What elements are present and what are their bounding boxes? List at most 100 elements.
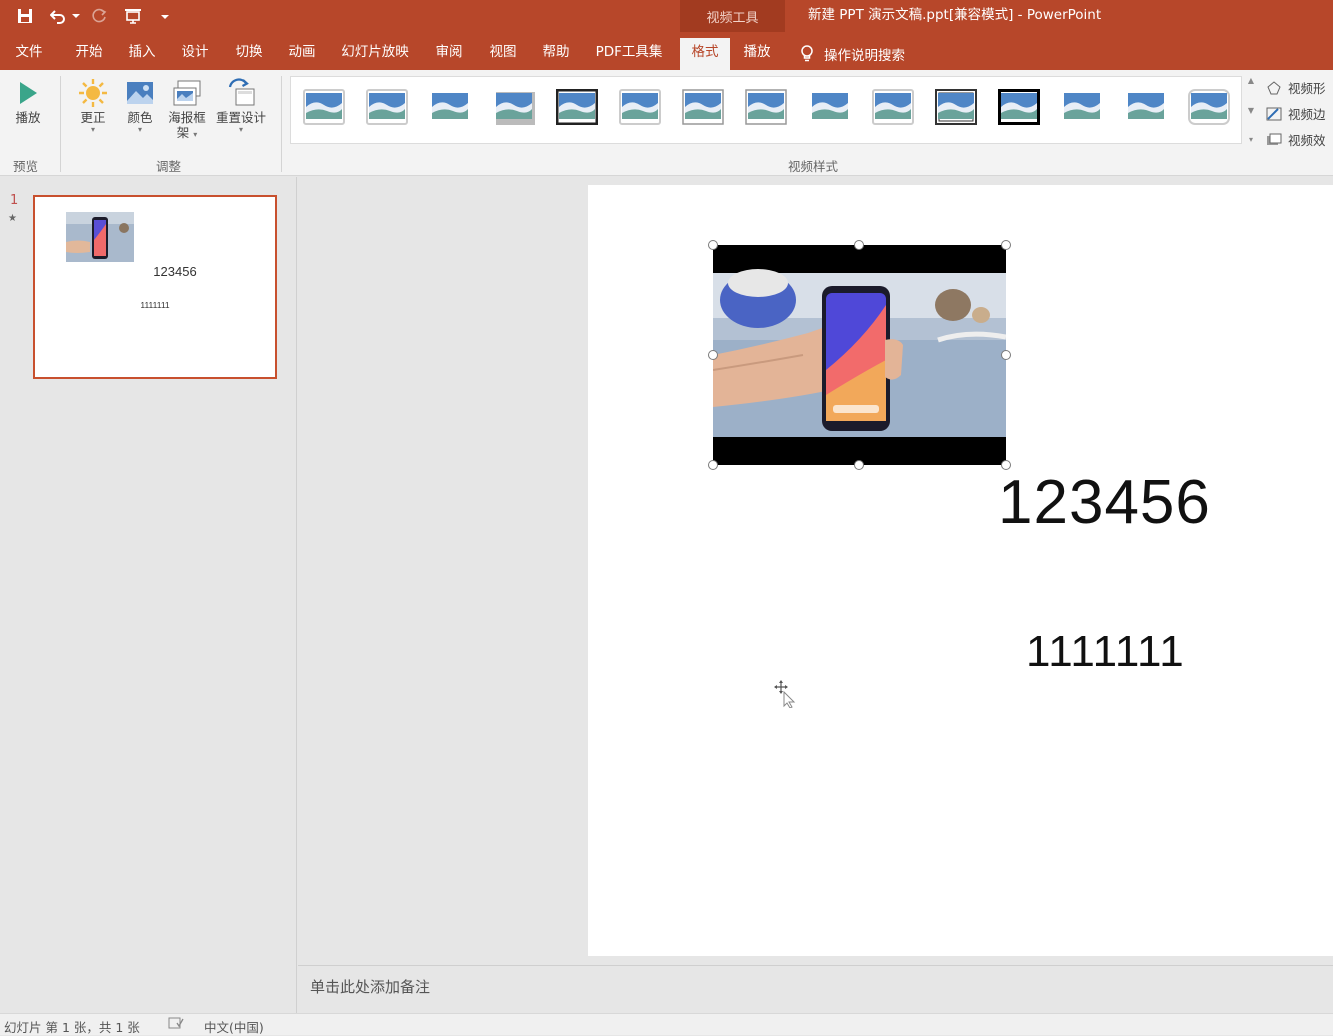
gallery-more-icon[interactable]: ▾: [1249, 135, 1253, 144]
tab-home[interactable]: 开始: [72, 38, 106, 70]
tab-animations[interactable]: 动画: [285, 38, 319, 70]
corrections-button[interactable]: 更正 ▾: [74, 76, 112, 135]
dropdown-icon: ▾: [90, 125, 95, 134]
video-style-option[interactable]: [555, 88, 599, 126]
video-styles-gallery: [290, 76, 1242, 144]
tab-pdf-tools[interactable]: PDF工具集: [593, 38, 665, 70]
tell-me-search[interactable]: 操作说明搜索: [800, 38, 905, 70]
video-style-option[interactable]: [303, 89, 345, 125]
resize-handle[interactable]: [854, 460, 864, 470]
preview-group-label: 预览: [13, 159, 39, 174]
sun-icon: [78, 76, 108, 110]
play-button[interactable]: 播放: [10, 76, 46, 125]
dropdown-icon: ▾: [238, 125, 243, 134]
video-style-option[interactable]: [366, 89, 409, 125]
tab-file[interactable]: 文件: [12, 38, 46, 70]
video-border-button[interactable]: 视频边: [1266, 104, 1326, 123]
adjust-group-label: 调整: [156, 159, 182, 174]
thumbnail-title: 123456: [153, 264, 197, 279]
slide-thumbnail-pane: 1 ★ 123456 1111111: [0, 177, 297, 1013]
slide-editor: 123456 1111111: [298, 177, 1333, 965]
color-label: 颜色: [127, 110, 153, 125]
ribbon: 播放 预览 更正 ▾ 颜色 ▾ 海报框 架 ▾ 重置设计 ▾ 调整 ▲ ▼ ▾ …: [0, 70, 1333, 176]
poster-frame-label-line2: 架: [176, 125, 190, 140]
video-style-option[interactable]: [1061, 89, 1103, 125]
slide-subtitle[interactable]: 1111111: [1026, 627, 1185, 677]
gallery-down-icon[interactable]: ▼: [1248, 106, 1254, 115]
video-object[interactable]: [712, 245, 1007, 465]
group-separator: [281, 76, 282, 172]
ribbon-tab-bar: 文件 开始 插入 设计 切换 动画 幻灯片放映 审阅 视图 帮助 PDF工具集 …: [0, 32, 1333, 70]
undo-dropdown-icon[interactable]: [70, 0, 82, 32]
move-cursor-icon: [774, 680, 798, 712]
reset-design-button[interactable]: 重置设计 ▾: [214, 76, 268, 135]
tab-playback[interactable]: 播放: [739, 38, 775, 70]
spell-check-icon[interactable]: [168, 1017, 184, 1032]
video-styles-group-label: 视频样式: [788, 159, 839, 174]
tab-insert[interactable]: 插入: [125, 38, 159, 70]
slide-canvas[interactable]: 123456 1111111: [588, 185, 1333, 956]
video-style-option[interactable]: [935, 89, 977, 125]
window-title: 新建 PPT 演示文稿.ppt[兼容模式] - PowerPoint: [808, 7, 1102, 23]
tab-format[interactable]: 格式: [680, 38, 730, 70]
tell-me-label: 操作说明搜索: [824, 48, 905, 64]
video-style-option[interactable]: [1125, 89, 1167, 125]
slide-title[interactable]: 123456: [998, 467, 1211, 538]
video-style-option[interactable]: [809, 89, 851, 125]
reset-design-label: 重置设计: [215, 110, 266, 125]
video-shape-button[interactable]: 视频形: [1266, 78, 1326, 97]
corrections-label: 更正: [80, 110, 106, 125]
save-icon[interactable]: [12, 0, 38, 32]
reset-design-icon: [226, 76, 256, 110]
resize-handle[interactable]: [1001, 350, 1011, 360]
video-effects-label: 视频效: [1288, 133, 1326, 148]
notes-placeholder: 单击此处添加备注: [310, 978, 431, 996]
video-style-option[interactable]: [997, 88, 1042, 126]
poster-frame-button[interactable]: 海报框 架 ▾: [166, 76, 208, 140]
play-label: 播放: [15, 110, 41, 125]
tab-review[interactable]: 审阅: [432, 38, 466, 70]
tab-view[interactable]: 视图: [486, 38, 520, 70]
notes-pane[interactable]: 单击此处添加备注: [298, 965, 1333, 1013]
video-style-option[interactable]: [871, 89, 914, 125]
tab-design[interactable]: 设计: [178, 38, 212, 70]
tab-help[interactable]: 帮助: [539, 38, 573, 70]
present-from-beginning-icon[interactable]: [120, 0, 146, 32]
customize-toolbar-icon[interactable]: [156, 0, 174, 32]
video-style-option[interactable]: [745, 89, 788, 125]
video-tools-context-label: 视频工具: [680, 0, 785, 32]
slide-thumbnail-1[interactable]: 123456 1111111: [33, 195, 277, 379]
resize-handle[interactable]: [708, 240, 718, 250]
animation-star-icon: ★: [8, 213, 17, 224]
video-effects-icon: [1267, 133, 1282, 145]
tab-slideshow[interactable]: 幻灯片放映: [339, 38, 411, 70]
resize-handle[interactable]: [708, 460, 718, 470]
video-style-option[interactable]: [493, 89, 535, 125]
status-bar: 幻灯片 第 1 张，共 1 张 中文(中国): [0, 1013, 1333, 1035]
video-style-option[interactable]: [1187, 89, 1230, 125]
video-style-option[interactable]: [429, 89, 471, 125]
resize-handle[interactable]: [708, 350, 718, 360]
gallery-scrollbar[interactable]: ▲ ▼ ▾: [1243, 76, 1259, 144]
poster-frame-icon: [172, 76, 202, 110]
resize-handle[interactable]: [854, 240, 864, 250]
resize-handle[interactable]: [1001, 240, 1011, 250]
language-status[interactable]: 中文(中国): [204, 1017, 264, 1036]
video-border-label: 视频边: [1288, 107, 1326, 122]
poster-frame-label-line1: 海报框: [168, 110, 206, 125]
title-bar: 视频工具 新建 PPT 演示文稿.ppt[兼容模式] - PowerPoint: [0, 0, 1333, 32]
gallery-up-icon[interactable]: ▲: [1248, 76, 1254, 85]
dropdown-icon: ▾: [137, 125, 142, 134]
video-effects-button[interactable]: 视频效: [1266, 130, 1326, 149]
slide-number: 1: [10, 193, 19, 208]
undo-icon[interactable]: [46, 0, 70, 32]
tab-transitions[interactable]: 切换: [232, 38, 266, 70]
video-shape-icon: [1267, 80, 1281, 94]
video-border-icon: [1266, 107, 1282, 120]
group-separator: [60, 76, 61, 172]
video-style-option[interactable]: [682, 89, 724, 125]
video-style-option[interactable]: [619, 89, 661, 125]
dropdown-icon: ▾: [193, 130, 198, 139]
color-button[interactable]: 颜色 ▾: [122, 76, 158, 135]
redo-icon[interactable]: [88, 0, 110, 32]
